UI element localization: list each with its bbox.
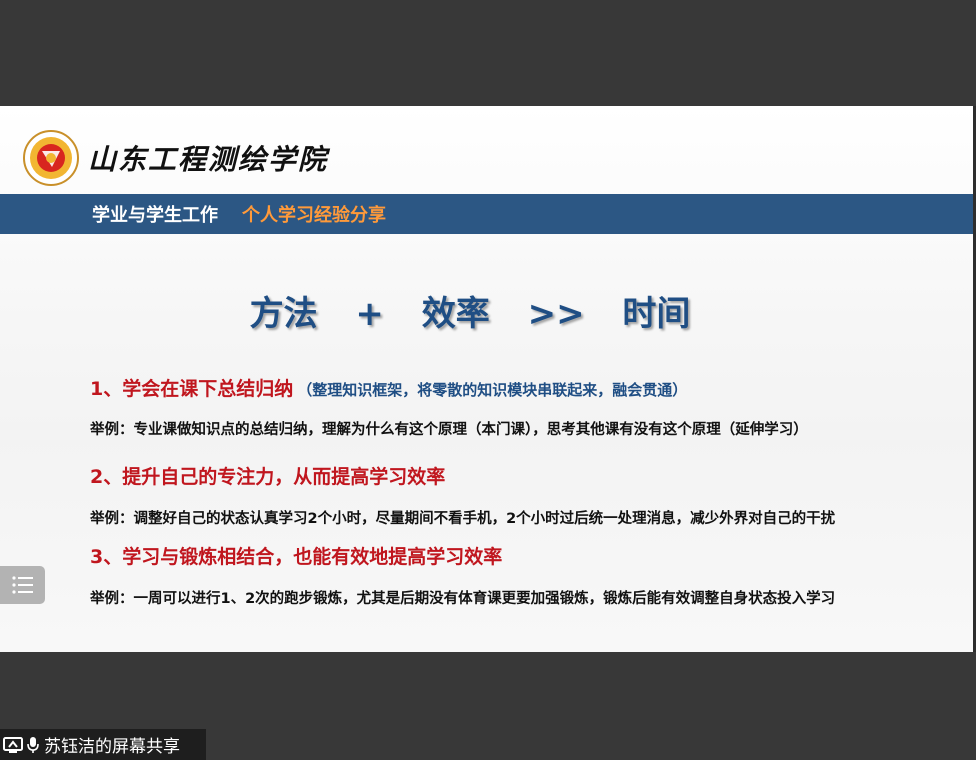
school-logo-icon [23,130,79,186]
headline-arrows: >> [527,294,585,334]
point-3: 3、学习与锻炼相结合，也能有效地提高学习效率 [90,542,502,569]
point-2-example: 举例：调整好自己的状态认真学习2个小时，尽量期间不看手机，2个小时过后统一处理消… [90,511,836,527]
point-1: 1、学会在课下总结归纳 （整理知识框架，将零散的知识模块串联起来，融会贯通） [90,374,687,401]
point-1-note: （整理知识框架，将零散的知识模块串联起来，融会贯通） [297,381,688,399]
banner-topic: 个人学习经验分享 [242,205,386,226]
screen-share-text: 苏钰洁的屏幕共享 [44,737,180,757]
meeting-screen: 山东工程测绘学院 学业与学生工作 个人学习经验分享 方法 + 效率 >> 时间 … [0,0,976,760]
slide-headline: 方法 + 效率 >> 时间 [0,286,940,335]
screen-share-icon [3,736,23,753]
menu-lines-icon [11,576,33,594]
point-1-example: 举例：专业课做知识点的总结归纳，理解为什么有这个原理（本门课），思考其他课有没有… [90,422,808,438]
screen-share-label: 苏钰洁的屏幕共享 [0,729,206,760]
banner-section: 学业与学生工作 [92,205,218,226]
headline-time: 时间 [622,294,691,334]
school-header: 山东工程测绘学院 [22,128,328,188]
point-2: 2、提升自己的专注力，从而提高学习效率 [90,462,445,489]
shared-slide: 山东工程测绘学院 学业与学生工作 个人学习经验分享 方法 + 效率 >> 时间 … [0,106,973,652]
headline-method: 方法 [249,294,318,334]
school-name: 山东工程测绘学院 [88,143,329,176]
microphone-icon [27,736,39,753]
point-2-title: 2、提升自己的专注力，从而提高学习效率 [90,466,446,488]
slide-banner: 学业与学生工作 个人学习经验分享 [0,194,973,234]
point-3-title: 3、学习与锻炼相结合，也能有效地提高学习效率 [90,546,503,568]
point-1-title: 1、学会在课下总结归纳 [90,378,294,400]
point-3-example: 举例：一周可以进行1、2次的跑步锻炼，尤其是后期没有体育课更要加强锻炼，锻炼后能… [90,591,836,607]
menu-button[interactable] [0,566,45,604]
headline-plus: + [355,294,384,334]
headline-efficiency: 效率 [421,294,490,334]
